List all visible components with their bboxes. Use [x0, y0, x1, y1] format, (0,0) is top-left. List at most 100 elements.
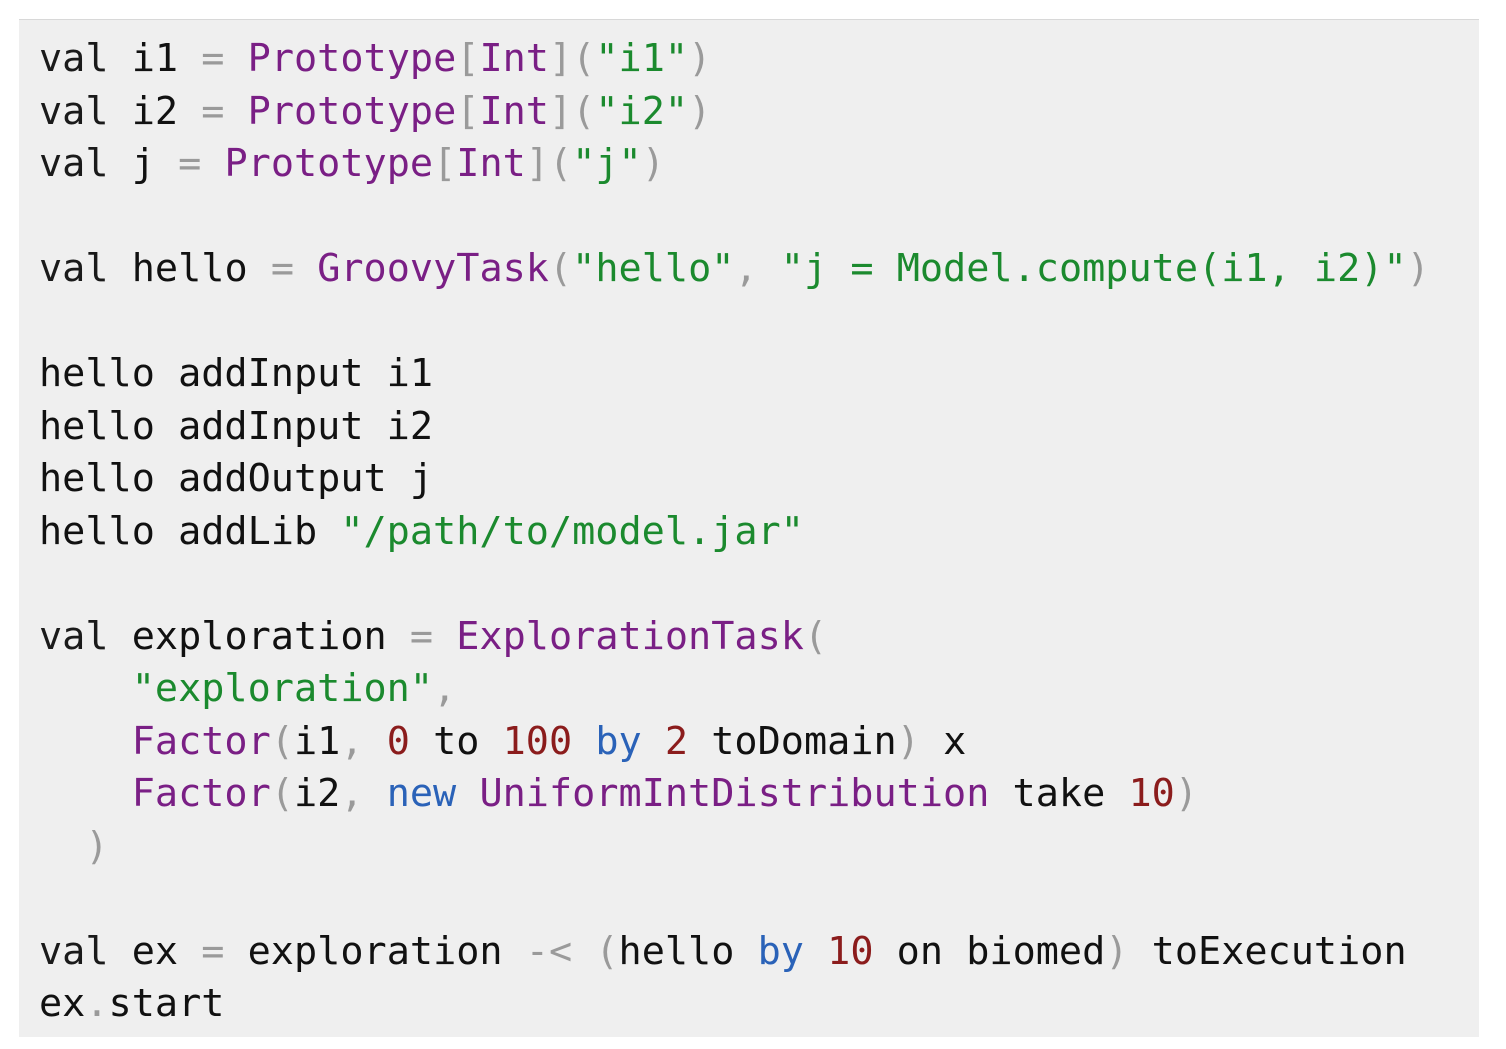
- code-token: exploration: [224, 928, 526, 974]
- code-token: 100: [502, 718, 573, 764]
- code-token: ](: [525, 141, 573, 186]
- code-token: ): [1105, 928, 1129, 974]
- code-line: val hello = GroovyTask("hello", "j = Mod…: [39, 243, 1430, 296]
- code-token: -<: [525, 928, 573, 974]
- code-token: new: [386, 771, 457, 816]
- code-token: =: [270, 246, 294, 291]
- code-line: hello addLib "/path/to/model.jar": [39, 506, 1430, 559]
- code-line: hello addInput i2: [39, 401, 1430, 454]
- code-token: ,: [734, 246, 781, 291]
- code-token: hello: [618, 928, 758, 974]
- code-line: ​: [39, 191, 1430, 244]
- code-token: x: [919, 718, 967, 764]
- code-token: "j": [572, 141, 642, 186]
- code-token: ): [1174, 771, 1198, 816]
- code-token: UniformIntDistribution: [479, 771, 990, 816]
- code-line: ​: [39, 558, 1430, 611]
- code-token: =: [201, 928, 225, 974]
- code-token: val: [39, 88, 109, 134]
- code-token: start: [108, 981, 225, 1026]
- code-token: ): [688, 36, 712, 81]
- code-line: val j = Prototype[Int]("j"): [39, 138, 1430, 191]
- code-listing: val i1 = Prototype[Int]("i1") val i2 = Pr…: [39, 33, 1430, 1031]
- code-token: ,: [340, 718, 387, 764]
- code-token: hello addInput i2: [39, 403, 434, 449]
- code-token: ](: [549, 88, 596, 134]
- code-token: "i1": [595, 36, 689, 81]
- code-token: Int: [456, 141, 526, 186]
- code-token: val: [39, 613, 109, 659]
- code-token: take: [989, 771, 1129, 816]
- code-token: Factor: [131, 771, 271, 816]
- code-token: val: [39, 246, 109, 291]
- code-token: j: [108, 141, 179, 186]
- code-token: [: [456, 36, 480, 81]
- code-token: on biomed: [873, 928, 1106, 974]
- code-token: ): [1406, 246, 1430, 291]
- code-token: (: [270, 718, 294, 764]
- code-block: val i1 = Prototype[Int]("i1") val i2 = Pr…: [19, 19, 1479, 1037]
- code-token: ): [641, 141, 665, 186]
- code-line: val i2 = Prototype[Int]("i2"): [39, 86, 1430, 139]
- code-token: ): [85, 823, 109, 869]
- code-token: val: [39, 36, 109, 81]
- code-token: exploration: [108, 613, 410, 659]
- code-line: Factor(i2, new UniformIntDistribution ta…: [39, 768, 1430, 821]
- code-token: [: [456, 88, 480, 134]
- code-token: 10: [827, 928, 874, 974]
- code-line: val exploration = ExplorationTask(: [39, 611, 1430, 664]
- code-token: =: [201, 36, 225, 81]
- code-token: ](: [549, 36, 596, 81]
- code-token: =: [201, 88, 225, 134]
- code-token: 10: [1128, 771, 1175, 816]
- code-token: ): [688, 88, 712, 134]
- code-line: ​: [39, 296, 1430, 349]
- code-token: hello addOutput j: [39, 456, 434, 501]
- code-token: ,: [340, 771, 387, 816]
- code-token: [: [433, 141, 457, 186]
- code-line: val i1 = Prototype[Int]("i1"): [39, 33, 1430, 86]
- code-token: hello addLib: [39, 508, 341, 554]
- code-token: ,: [433, 666, 457, 711]
- code-token: "hello": [572, 246, 735, 291]
- code-token: toExecution: [1128, 928, 1407, 974]
- code-token: (: [270, 771, 294, 816]
- code-line: ​: [39, 873, 1430, 926]
- code-token: "j = Model.compute(i1, i2)": [780, 246, 1407, 291]
- code-token: Int: [479, 36, 549, 81]
- code-token: (: [803, 613, 828, 659]
- code-token: i1: [293, 718, 341, 764]
- code-token: by: [595, 718, 642, 764]
- code-token: ex: [108, 928, 202, 974]
- code-token: toDomain: [688, 718, 897, 764]
- code-token: "i2": [595, 88, 689, 134]
- code-token: =: [178, 141, 202, 186]
- code-token: i1: [108, 36, 202, 81]
- code-line: "exploration",: [39, 663, 1430, 716]
- code-token: ExplorationTask: [456, 613, 804, 659]
- code-line: hello addOutput j: [39, 453, 1430, 506]
- code-token: 0: [386, 718, 410, 764]
- code-line: hello addInput i1: [39, 348, 1430, 401]
- code-token: =: [409, 613, 434, 659]
- code-token: (: [595, 928, 619, 974]
- code-token: ex: [39, 981, 86, 1026]
- code-token: i2: [108, 88, 202, 134]
- code-line: Factor(i1, 0 to 100 by 2 toDomain) x: [39, 716, 1430, 769]
- code-token: 2: [664, 718, 689, 764]
- code-line: val ex = exploration -< (hello by 10 on …: [39, 926, 1430, 979]
- code-token: .: [85, 981, 109, 1026]
- code-token: by: [757, 928, 804, 974]
- code-token: Prototype: [247, 36, 457, 81]
- code-token: "/path/to/model.jar": [340, 508, 804, 554]
